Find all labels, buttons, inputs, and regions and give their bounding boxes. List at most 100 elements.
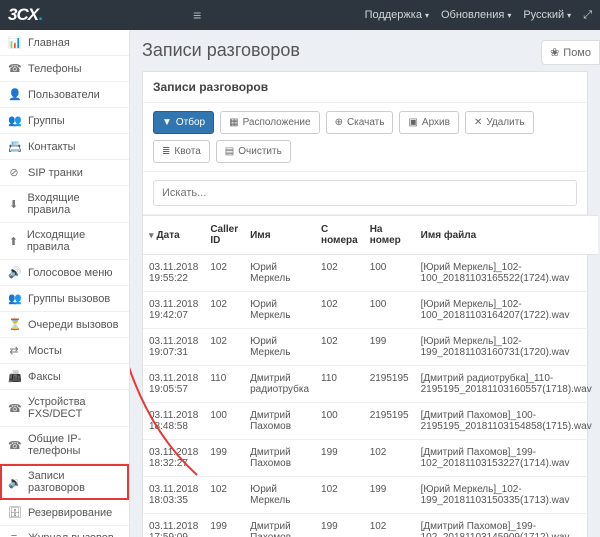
- page-title: Записи разговоров: [142, 40, 588, 61]
- gear-icon: ❀: [550, 46, 559, 59]
- top-support[interactable]: Поддержка▾: [365, 9, 429, 21]
- cell-cid: 110: [204, 366, 244, 403]
- layout-button[interactable]: ▦Расположение: [220, 111, 319, 134]
- cell-name: Дмитрий Пахомов: [244, 514, 315, 537]
- search-input[interactable]: [153, 180, 577, 206]
- sidebar-icon: ⬇: [8, 198, 19, 211]
- sidebar-item-4[interactable]: 📇Контакты: [0, 134, 129, 160]
- sidebar-icon: 📠: [8, 370, 20, 383]
- quota-button[interactable]: ≣Квота: [153, 140, 210, 163]
- archive-icon: ▣: [408, 117, 417, 128]
- disk-icon: ≣: [162, 146, 170, 157]
- help-button[interactable]: ❀Помо: [541, 40, 600, 65]
- sidebar-item-label: Записи разговоров: [28, 470, 121, 494]
- col-date[interactable]: Дата: [143, 216, 204, 255]
- cell-file: [Дмитрий Пахомов]_100-2195195_2018110315…: [415, 403, 598, 440]
- sidebar-icon: ⬆: [8, 235, 19, 248]
- delete-button[interactable]: ✕Удалить: [465, 111, 534, 134]
- sidebar-item-13[interactable]: ☎Устройства FXS/DECT: [0, 390, 129, 427]
- cell-from: 110: [315, 366, 364, 403]
- cell-date: 03.11.2018 19:42:07: [143, 292, 204, 329]
- cell-name: Дмитрий Пахомов: [244, 440, 315, 477]
- cell-file: [Юрий Меркель]_102-199_20181103160731(17…: [415, 329, 598, 366]
- table-row[interactable]: 03.11.2018 19:55:22102Юрий Меркель102100…: [143, 255, 598, 292]
- filter-button[interactable]: ▼Отбор: [153, 111, 214, 134]
- cell-name: Юрий Меркель: [244, 477, 315, 514]
- grid-icon: ▦: [229, 117, 238, 128]
- cell-to: 102: [364, 514, 415, 537]
- table-row[interactable]: 03.11.2018 19:05:57110Дмитрий радиотрубк…: [143, 366, 598, 403]
- sidebar-item-label: Входящие правила: [27, 192, 121, 216]
- cell-to: 199: [364, 329, 415, 366]
- cell-name: Юрий Меркель: [244, 292, 315, 329]
- sidebar-item-label: Голосовое меню: [28, 267, 113, 279]
- cell-from: 102: [315, 329, 364, 366]
- sidebar-item-5[interactable]: ⊘SIP транки: [0, 160, 129, 186]
- sidebar-item-label: Общие IP-телефоны: [28, 433, 121, 457]
- table-row[interactable]: 03.11.2018 17:59:09199Дмитрий Пахомов199…: [143, 514, 598, 537]
- hamburger-icon[interactable]: ≡: [193, 7, 201, 23]
- top-updates[interactable]: Обновления▾: [441, 9, 511, 21]
- cell-from: 199: [315, 514, 364, 537]
- sidebar-item-label: Пользователи: [28, 89, 100, 101]
- table-row[interactable]: 03.11.2018 19:07:31102Юрий Меркель102199…: [143, 329, 598, 366]
- col-name[interactable]: Имя: [244, 216, 315, 255]
- sidebar-item-6[interactable]: ⬇ Входящие правила: [0, 186, 129, 223]
- sidebar-item-label: Группы: [28, 115, 65, 127]
- sidebar-item-0[interactable]: 📊Главная: [0, 30, 129, 56]
- sidebar-item-label: Резервирование: [28, 507, 112, 519]
- cell-cid: 199: [204, 514, 244, 537]
- table-row[interactable]: 03.11.2018 18:48:58100Дмитрий Пахомов100…: [143, 403, 598, 440]
- col-from[interactable]: С номера: [315, 216, 364, 255]
- cell-cid: 102: [204, 292, 244, 329]
- sidebar-item-label: Телефоны: [28, 63, 82, 75]
- sidebar-item-15[interactable]: 🔉Записи разговоров: [0, 464, 129, 500]
- records-table: Дата Caller ID Имя С номера На номер Имя…: [143, 215, 598, 537]
- cell-file: [Юрий Меркель]_102-199_20181103150335(17…: [415, 477, 598, 514]
- sidebar-item-label: Мосты: [28, 345, 62, 357]
- expand-icon[interactable]: ⤢: [583, 9, 592, 22]
- sidebar-icon: 👥: [8, 114, 20, 127]
- sidebar-item-7[interactable]: ⬆Исходящие правила: [0, 223, 129, 260]
- table-row[interactable]: 03.11.2018 18:32:27199Дмитрий Пахомов199…: [143, 440, 598, 477]
- cell-name: Юрий Меркель: [244, 255, 315, 292]
- col-caller-id[interactable]: Caller ID: [204, 216, 244, 255]
- sidebar-item-11[interactable]: ⇄ Мосты: [0, 338, 129, 364]
- sidebar-item-12[interactable]: 📠Факсы: [0, 364, 129, 390]
- trash-icon: ▤: [225, 146, 234, 157]
- archive-button[interactable]: ▣Архив: [399, 111, 458, 134]
- download-button[interactable]: ⊕Скачать: [326, 111, 394, 134]
- sidebar-item-3[interactable]: 👥 Группы: [0, 108, 129, 134]
- table-row[interactable]: 03.11.2018 19:42:07102Юрий Меркель102100…: [143, 292, 598, 329]
- sidebar-icon: ⇄: [8, 344, 20, 357]
- sidebar-item-14[interactable]: ☎Общие IP-телефоны: [0, 427, 129, 464]
- filter-icon: ▼: [162, 117, 172, 128]
- clear-button[interactable]: ▤Очистить: [216, 140, 291, 163]
- sidebar-item-label: Устройства FXS/DECT: [28, 396, 121, 420]
- sidebar-item-8[interactable]: 🔊 Голосовое меню: [0, 260, 129, 286]
- app-logo: 3CX.: [8, 5, 42, 25]
- toolbar: ▼Отбор ▦Расположение ⊕Скачать ▣Архив ✕Уд…: [143, 103, 587, 172]
- sidebar-item-10[interactable]: ⏳Очереди вызовов: [0, 312, 129, 338]
- sidebar-icon: ≡: [8, 532, 20, 537]
- sidebar-item-17[interactable]: ≡Журнал вызовов: [0, 526, 129, 537]
- sidebar-item-1[interactable]: ☎Телефоны: [0, 56, 129, 82]
- sidebar-item-9[interactable]: 👥Группы вызовов: [0, 286, 129, 312]
- cell-file: [Дмитрий Пахомов]_199-102_20181103153227…: [415, 440, 598, 477]
- sidebar-icon: 🔊: [8, 266, 20, 279]
- cell-cid: 100: [204, 403, 244, 440]
- close-icon: ✕: [474, 117, 482, 128]
- cell-date: 03.11.2018 18:48:58: [143, 403, 204, 440]
- cell-to: 102: [364, 440, 415, 477]
- sidebar-item-2[interactable]: 👤Пользователи: [0, 82, 129, 108]
- col-to[interactable]: На номер: [364, 216, 415, 255]
- table-row[interactable]: 03.11.2018 18:03:35102Юрий Меркель102199…: [143, 477, 598, 514]
- sidebar-item-16[interactable]: 🗄Резервирование: [0, 500, 129, 526]
- sidebar-icon: 👥: [8, 292, 20, 305]
- sidebar-item-label: SIP транки: [28, 167, 83, 179]
- cell-date: 03.11.2018 18:32:27: [143, 440, 204, 477]
- col-filename[interactable]: Имя файла: [415, 216, 598, 255]
- cell-from: 199: [315, 440, 364, 477]
- top-language[interactable]: Русский▾: [523, 9, 571, 21]
- cell-to: 100: [364, 292, 415, 329]
